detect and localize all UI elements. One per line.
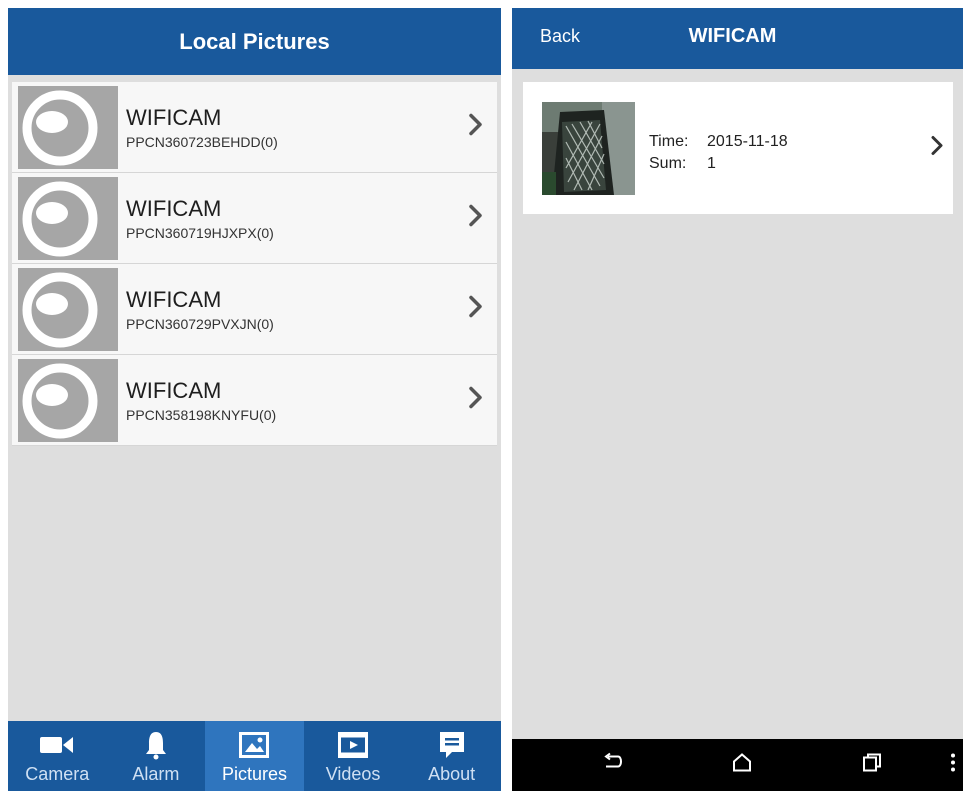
device-id: PPCN358198KNYFU(0) <box>126 406 277 423</box>
tab-label: Videos <box>325 764 381 784</box>
tab-camera[interactable]: Camera <box>8 721 107 791</box>
album-list-item[interactable]: Time: 2015-11-18 Sum: 1 <box>523 82 953 214</box>
back-button[interactable]: Back <box>540 8 580 65</box>
tab-label: About <box>428 764 476 784</box>
camera-thumbnail-icon <box>18 267 118 351</box>
sum-value: 1 <box>707 155 716 172</box>
device-name: WIFICAM <box>126 286 222 312</box>
back-icon[interactable] <box>602 752 624 778</box>
bottom-tab-bar: Camera Alarm Pictures Videos About <box>8 721 501 791</box>
camera-thumbnail-icon <box>18 358 118 442</box>
time-value: 2015-11-18 <box>707 133 788 150</box>
chevron-right-icon <box>931 135 945 162</box>
tab-about[interactable]: About <box>402 721 501 791</box>
device-id: PPCN360719HJXPX(0) <box>126 224 274 241</box>
device-name: WIFICAM <box>126 195 222 221</box>
picture-icon <box>239 730 270 760</box>
tab-alarm[interactable]: Alarm <box>107 721 206 791</box>
album-screen: WIFICAM Back Time: 2015-11-18 Sum: 1 <box>512 8 963 791</box>
tab-pictures[interactable]: Pictures <box>205 721 304 791</box>
device-list: WIFICAM PPCN360723BEHDD(0) WIFICAM PPCN3… <box>8 82 501 446</box>
device-name: WIFICAM <box>126 377 222 403</box>
device-list-item[interactable]: WIFICAM PPCN360719HJXPX(0) <box>12 173 497 264</box>
snapshot-thumbnail <box>542 101 635 195</box>
time-label: Time: <box>649 133 689 150</box>
camera-thumbnail-icon <box>18 176 118 260</box>
video-icon <box>338 730 369 760</box>
tab-label: Alarm <box>132 764 180 784</box>
camera-thumbnail-icon <box>18 85 118 169</box>
camera-icon <box>39 730 75 760</box>
tab-videos[interactable]: Videos <box>304 721 403 791</box>
device-id: PPCN360723BEHDD(0) <box>126 133 278 150</box>
chevron-right-icon <box>469 204 483 232</box>
tab-label: Camera <box>25 764 90 784</box>
page-title: Local Pictures <box>179 28 330 54</box>
recent-apps-icon[interactable] <box>861 753 883 778</box>
overflow-menu-icon[interactable] <box>950 753 956 778</box>
local-pictures-header: Local Pictures <box>8 8 501 75</box>
home-icon[interactable] <box>731 753 753 778</box>
local-pictures-screen: Local Pictures WIFICAM PPCN360723BEHDD(0… <box>8 8 501 791</box>
sum-label: Sum: <box>649 155 687 172</box>
info-icon <box>438 730 466 760</box>
device-list-item[interactable]: WIFICAM PPCN360723BEHDD(0) <box>12 82 497 173</box>
device-list-item[interactable]: WIFICAM PPCN360729PVXJN(0) <box>12 264 497 355</box>
chevron-right-icon <box>469 113 483 141</box>
device-name: WIFICAM <box>126 104 222 130</box>
chevron-right-icon <box>469 386 483 414</box>
android-navigation-bar <box>512 739 963 791</box>
device-id: PPCN360729PVXJN(0) <box>126 315 274 332</box>
album-header: WIFICAM Back <box>512 8 963 69</box>
device-list-item[interactable]: WIFICAM PPCN358198KNYFU(0) <box>12 355 497 446</box>
bell-icon <box>144 730 168 760</box>
tab-label: Pictures <box>221 764 287 784</box>
chevron-right-icon <box>469 295 483 323</box>
